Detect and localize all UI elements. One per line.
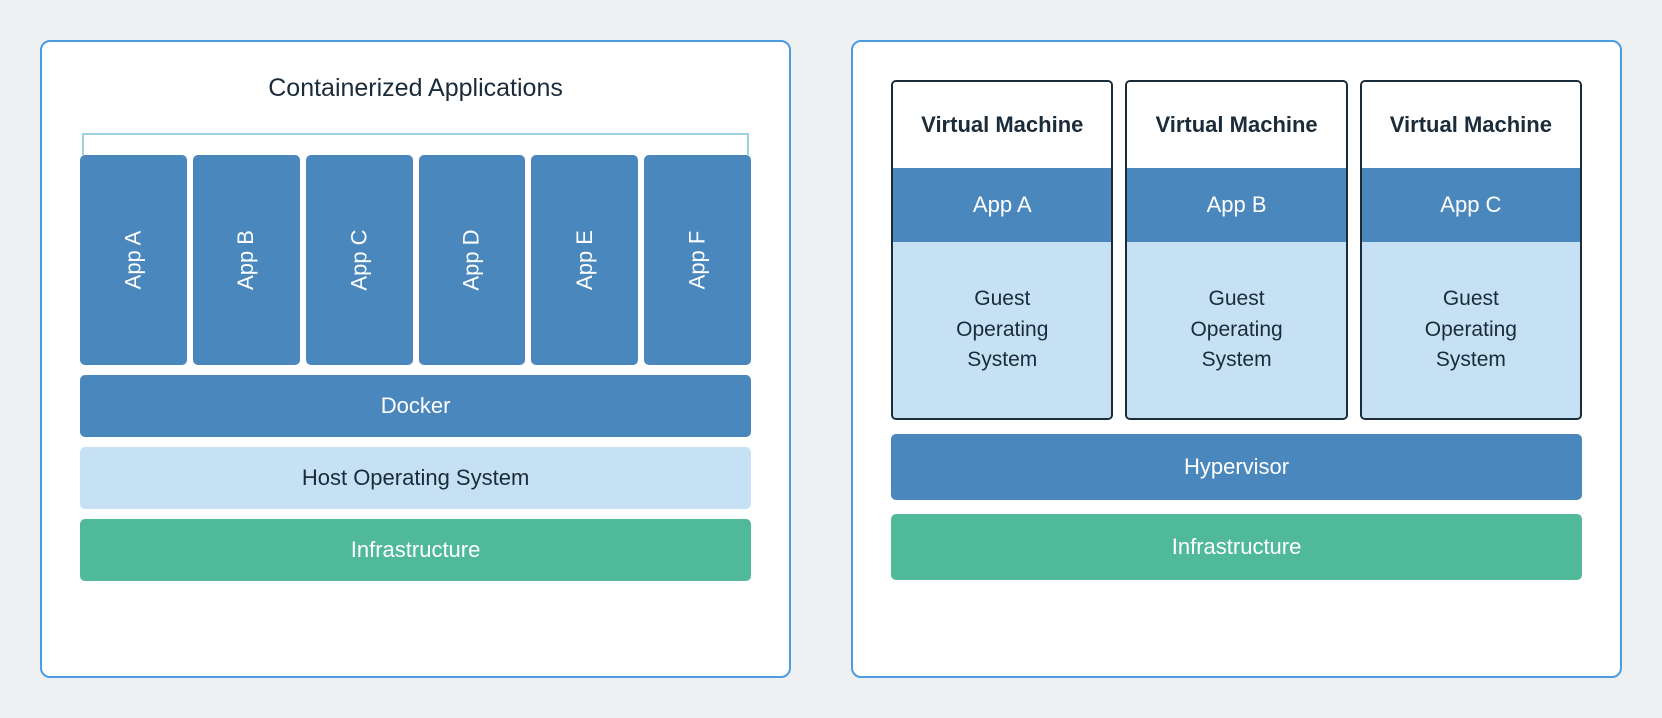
vm-title: Virtual Machine — [893, 82, 1111, 168]
vm-box-c: Virtual Machine App C GuestOperatingSyst… — [1360, 80, 1582, 420]
app-label: App A — [120, 231, 146, 290]
app-label: App F — [685, 231, 711, 290]
container-app-c: App C — [306, 155, 413, 365]
container-app-e: App E — [531, 155, 638, 365]
docker-layer: Docker — [80, 375, 751, 437]
app-label: App D — [459, 229, 485, 290]
vm-guest-os-layer: GuestOperatingSystem — [893, 242, 1111, 418]
container-app-a: App A — [80, 155, 187, 365]
app-label: App C — [346, 229, 372, 290]
host-os-layer: Host Operating System — [80, 447, 751, 509]
vm-app-layer: App B — [1127, 168, 1345, 242]
infrastructure-layer: Infrastructure — [80, 519, 751, 581]
vms-row: Virtual Machine App A GuestOperatingSyst… — [891, 80, 1582, 420]
vm-app-layer: App A — [893, 168, 1111, 242]
app-label: App E — [572, 230, 598, 290]
vm-title: Virtual Machine — [1127, 82, 1345, 168]
vm-guest-os-layer: GuestOperatingSystem — [1127, 242, 1345, 418]
hypervisor-layer: Hypervisor — [891, 434, 1582, 500]
container-title: Containerized Applications — [80, 74, 751, 103]
container-architecture-panel: Containerized Applications App A App B A… — [40, 40, 791, 678]
container-apps-row: App A App B App C App D App E App F — [80, 155, 751, 365]
vm-box-a: Virtual Machine App A GuestOperatingSyst… — [891, 80, 1113, 420]
vm-architecture-panel: Virtual Machine App A GuestOperatingSyst… — [851, 40, 1622, 678]
container-app-b: App B — [193, 155, 300, 365]
container-app-d: App D — [419, 155, 526, 365]
vm-box-b: Virtual Machine App B GuestOperatingSyst… — [1125, 80, 1347, 420]
app-label: App B — [233, 230, 259, 290]
bracket-decoration — [82, 133, 749, 155]
vm-app-layer: App C — [1362, 168, 1580, 242]
container-app-f: App F — [644, 155, 751, 365]
vm-guest-os-layer: GuestOperatingSystem — [1362, 242, 1580, 418]
infrastructure-layer: Infrastructure — [891, 514, 1582, 580]
vm-title: Virtual Machine — [1362, 82, 1580, 168]
